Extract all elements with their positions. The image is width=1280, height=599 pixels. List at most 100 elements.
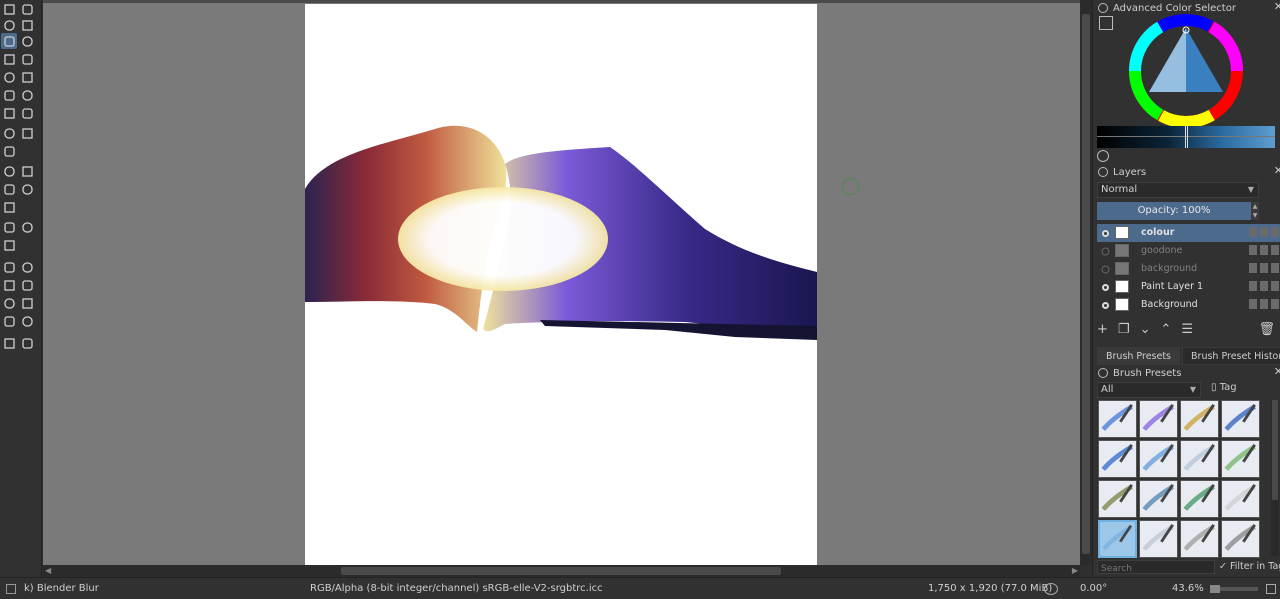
reference-images-tool-icon[interactable] bbox=[1, 237, 17, 253]
colorize-mask-tool-icon[interactable] bbox=[1, 181, 17, 197]
delete-layer-icon[interactable]: 🗑 bbox=[1258, 322, 1275, 337]
eye-icon[interactable] bbox=[1101, 228, 1110, 237]
inherit-alpha-icon[interactable] bbox=[1271, 227, 1279, 237]
tag-button[interactable]: ▯ Tag bbox=[1211, 382, 1237, 393]
brush-preset-tile[interactable] bbox=[1180, 480, 1219, 518]
brush-preset-tile[interactable] bbox=[1180, 440, 1219, 478]
bezier-curve-tool-icon[interactable] bbox=[1, 87, 17, 103]
rotation-icon[interactable] bbox=[1044, 583, 1058, 595]
alpha-lock-icon[interactable] bbox=[1260, 281, 1268, 291]
eye-hidden-icon[interactable] bbox=[1101, 246, 1110, 256]
bezier-selection-icon[interactable] bbox=[1, 313, 17, 329]
multibrush-tool-icon[interactable] bbox=[19, 105, 35, 121]
edit-shapes-tool-icon[interactable] bbox=[1, 17, 17, 33]
pan-tool-icon[interactable] bbox=[19, 335, 35, 351]
brush-preset-tile[interactable] bbox=[1098, 440, 1137, 478]
vertical-scrollbar[interactable] bbox=[1080, 0, 1092, 565]
layer-row[interactable]: goodone bbox=[1097, 242, 1280, 260]
horizontal-scroll-thumb[interactable] bbox=[341, 567, 781, 575]
tab-brush-presets[interactable]: Brush Presets bbox=[1097, 347, 1181, 365]
opacity-spinner[interactable]: ▲ ▼ bbox=[1251, 202, 1259, 220]
inherit-alpha-icon[interactable] bbox=[1271, 245, 1279, 255]
scroll-left-icon[interactable]: ◀ bbox=[45, 566, 51, 575]
add-layer-icon[interactable]: + bbox=[1097, 322, 1108, 337]
color-selector-settings-icon[interactable] bbox=[1099, 16, 1113, 30]
preset-grid-scrollbar[interactable] bbox=[1271, 400, 1279, 556]
docker-lock-icon[interactable] bbox=[1098, 167, 1108, 177]
alpha-lock-icon[interactable] bbox=[1260, 227, 1268, 237]
color-picker-tool-icon[interactable] bbox=[19, 163, 35, 179]
brush-preset-tile[interactable] bbox=[1139, 440, 1178, 478]
preset-search-input[interactable] bbox=[1098, 563, 1214, 575]
line-tool-icon[interactable] bbox=[19, 33, 35, 49]
vertical-scroll-thumb[interactable] bbox=[1082, 14, 1090, 554]
lock-icon[interactable] bbox=[1249, 227, 1257, 237]
layer-row[interactable]: Background bbox=[1097, 296, 1280, 314]
filter-in-tag-checkbox[interactable]: ✓ Filter in Tag bbox=[1219, 561, 1280, 572]
lock-icon[interactable] bbox=[1249, 263, 1257, 273]
gradient-tool-icon[interactable] bbox=[1, 163, 17, 179]
alpha-lock-icon[interactable] bbox=[1260, 245, 1268, 255]
rectangle-tool-icon[interactable] bbox=[1, 51, 17, 67]
layer-property-icons[interactable] bbox=[1249, 299, 1279, 309]
move-layer-up-icon[interactable]: ⌃ bbox=[1160, 322, 1171, 337]
layer-properties-icon[interactable]: ☰ bbox=[1181, 322, 1193, 337]
layer-property-icons[interactable] bbox=[1249, 227, 1279, 237]
freehand-selection-icon[interactable] bbox=[19, 277, 35, 293]
canvas-viewport[interactable] bbox=[43, 0, 1080, 565]
rectangular-selection-icon[interactable] bbox=[1, 259, 17, 275]
calligraphy-tool-icon[interactable] bbox=[19, 17, 35, 33]
brush-preset-tile[interactable] bbox=[1221, 480, 1260, 518]
lock-icon[interactable] bbox=[1249, 281, 1257, 291]
fullscreen-icon[interactable] bbox=[1266, 584, 1276, 594]
brush-preset-tile[interactable] bbox=[1180, 400, 1219, 438]
inherit-alpha-icon[interactable] bbox=[1271, 299, 1279, 309]
text-tool-icon[interactable] bbox=[19, 1, 35, 17]
duplicate-layer-icon[interactable]: ❐ bbox=[1118, 322, 1130, 337]
tab-brush-preset-history[interactable]: Brush Preset History bbox=[1182, 347, 1280, 365]
horizontal-scrollbar[interactable]: ◀ ▶ bbox=[43, 565, 1080, 577]
polygon-tool-icon[interactable] bbox=[1, 69, 17, 85]
layer-opacity-slider[interactable]: Opacity: 100% bbox=[1097, 202, 1251, 220]
magnetic-selection-icon[interactable] bbox=[19, 313, 35, 329]
zoom-slider[interactable] bbox=[1210, 585, 1258, 593]
brush-preset-tile[interactable] bbox=[1098, 480, 1137, 518]
inherit-alpha-icon[interactable] bbox=[1271, 263, 1279, 273]
zoom-tool-icon[interactable] bbox=[1, 335, 17, 351]
brush-preset-tile[interactable] bbox=[1139, 520, 1178, 558]
eye-hidden-icon[interactable] bbox=[1101, 264, 1110, 274]
freehand-path-tool-icon[interactable] bbox=[19, 87, 35, 103]
close-docker-icon[interactable]: ✕ bbox=[1274, 0, 1280, 13]
assistant-tool-icon[interactable] bbox=[1, 219, 17, 235]
brush-preset-tile[interactable] bbox=[1139, 400, 1178, 438]
measure-tool-icon[interactable] bbox=[19, 219, 35, 235]
ellipse-tool-icon[interactable] bbox=[19, 51, 35, 67]
eye-icon[interactable] bbox=[1101, 282, 1110, 291]
docker-lock-icon[interactable] bbox=[1098, 368, 1108, 378]
polyline-tool-icon[interactable] bbox=[19, 69, 35, 85]
inherit-alpha-icon[interactable] bbox=[1271, 281, 1279, 291]
smart-patch-tool-icon[interactable] bbox=[19, 181, 35, 197]
shade-selector[interactable] bbox=[1097, 126, 1275, 148]
move-layer-down-icon[interactable]: ⌄ bbox=[1140, 322, 1151, 337]
similar-color-selection-icon[interactable] bbox=[19, 295, 35, 311]
document-canvas[interactable] bbox=[305, 4, 817, 565]
brush-preset-tile[interactable] bbox=[1221, 440, 1260, 478]
eye-icon[interactable] bbox=[1101, 300, 1110, 309]
select-shapes-tool-icon[interactable] bbox=[1, 1, 17, 17]
alpha-lock-icon[interactable] bbox=[1260, 263, 1268, 273]
layer-property-icons[interactable] bbox=[1249, 281, 1279, 291]
layer-property-icons[interactable] bbox=[1249, 245, 1279, 255]
contiguous-selection-icon[interactable] bbox=[1, 295, 17, 311]
crop-tool-icon[interactable] bbox=[1, 143, 17, 159]
elliptical-selection-icon[interactable] bbox=[19, 259, 35, 275]
brush-preset-tile[interactable] bbox=[1139, 480, 1178, 518]
preset-filter-select[interactable]: All ▼ bbox=[1097, 382, 1201, 398]
refresh-icon[interactable] bbox=[1097, 150, 1109, 162]
lock-icon[interactable] bbox=[1249, 299, 1257, 309]
blend-mode-select[interactable]: Normal ▼ bbox=[1097, 182, 1259, 198]
alpha-lock-icon[interactable] bbox=[1260, 299, 1268, 309]
transform-tool-icon[interactable] bbox=[1, 125, 17, 141]
close-docker-icon[interactable]: ✕ bbox=[1274, 365, 1280, 378]
brush-preset-tile[interactable] bbox=[1180, 520, 1219, 558]
